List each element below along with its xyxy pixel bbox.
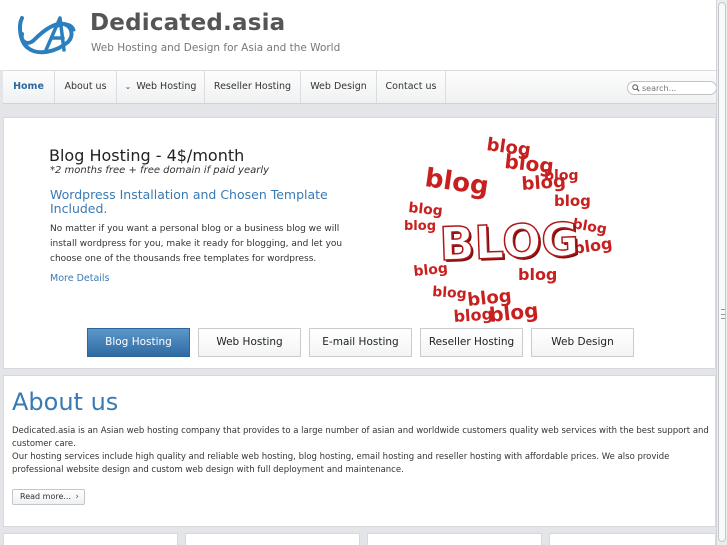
tab-blog-hosting[interactable]: Blog Hosting <box>87 328 190 357</box>
nav-reseller-label: Reseller Hosting <box>213 81 292 92</box>
about-paragraph: Dedicated.asia is an Asian web hosting c… <box>12 426 709 449</box>
scrollbar-thumb[interactable] <box>718 2 726 542</box>
blog-word: blog <box>544 168 578 184</box>
about-title: About us <box>12 388 119 416</box>
about-paragraph: Our hosting services include high qualit… <box>12 452 670 475</box>
blog-word: blog <box>554 192 591 210</box>
nav-web-hosting[interactable]: ⌄ Web Hosting <box>117 71 205 103</box>
search-icon[interactable] <box>632 84 640 92</box>
read-more-label: Read more... <box>20 492 71 501</box>
tab-web-hosting[interactable]: Web Hosting <box>198 328 301 357</box>
about-text: Dedicated.asia is an Asian web hosting c… <box>12 425 712 477</box>
featured-slider: Blog Hosting - 4$/month *2 months free +… <box>3 117 716 369</box>
chevron-down-icon: ⌄ <box>124 82 132 91</box>
blog-word: blog <box>404 219 436 234</box>
chevron-right-icon: › <box>75 492 79 502</box>
logo-icon[interactable] <box>16 12 76 58</box>
nav-home[interactable]: Home <box>3 71 55 103</box>
slide-title: Blog Hosting - 4$/month <box>49 146 245 165</box>
nav-reseller-hosting[interactable]: Reseller Hosting <box>205 71 301 103</box>
page-scrollbar[interactable] <box>716 0 727 545</box>
tab-reseller-hosting[interactable]: Reseller Hosting <box>420 328 523 357</box>
feature-box <box>3 533 178 545</box>
nav-web-hosting-label: Web Hosting <box>136 81 197 92</box>
blog-word: blog <box>423 163 491 202</box>
site-tagline: Web Hosting and Design for Asia and the … <box>91 42 341 54</box>
feature-box <box>185 533 360 545</box>
nav-web-design-label: Web Design <box>310 81 367 92</box>
search-input[interactable] <box>642 82 714 94</box>
blog-word-main: BLOG <box>439 212 580 271</box>
blog-word-cloud-image: blog blog blog blog blog blog blog blog … <box>404 134 614 327</box>
site-name[interactable]: Dedicated.asia <box>90 10 285 36</box>
tab-web-design[interactable]: Web Design <box>531 328 634 357</box>
read-more-button[interactable]: Read more... › <box>12 489 85 505</box>
nav-contact-label: Contact us <box>385 81 437 92</box>
blog-word: blog <box>453 304 494 326</box>
slide-subtitle: *2 months free + free domain if paid yea… <box>50 165 270 176</box>
feature-box <box>549 533 716 545</box>
nav-contact-us[interactable]: Contact us <box>377 71 446 103</box>
about-section: About us Dedicated.asia is an Asian web … <box>3 375 716 527</box>
main-navigation: Home About us ⌄ Web Hosting Reseller Host… <box>3 70 717 104</box>
blog-word: blog <box>488 298 539 327</box>
tab-email-hosting[interactable]: E-mail Hosting <box>309 328 412 357</box>
slide-description: No matter if you want a personal blog or… <box>50 224 343 264</box>
site-header: Dedicated.asia Web Hosting and Design fo… <box>0 0 716 70</box>
slide-heading: Wordpress Installation and Chosen Templa… <box>50 187 328 216</box>
feature-box <box>367 533 542 545</box>
grip-icon <box>721 309 725 319</box>
nav-about-us[interactable]: About us <box>55 71 117 103</box>
blog-word: blog <box>432 284 468 302</box>
nav-about-label: About us <box>64 81 107 92</box>
more-details-link[interactable]: More Details <box>50 273 110 284</box>
search-box <box>627 81 717 95</box>
nav-web-design[interactable]: Web Design <box>301 71 377 103</box>
nav-home-label: Home <box>13 81 44 92</box>
